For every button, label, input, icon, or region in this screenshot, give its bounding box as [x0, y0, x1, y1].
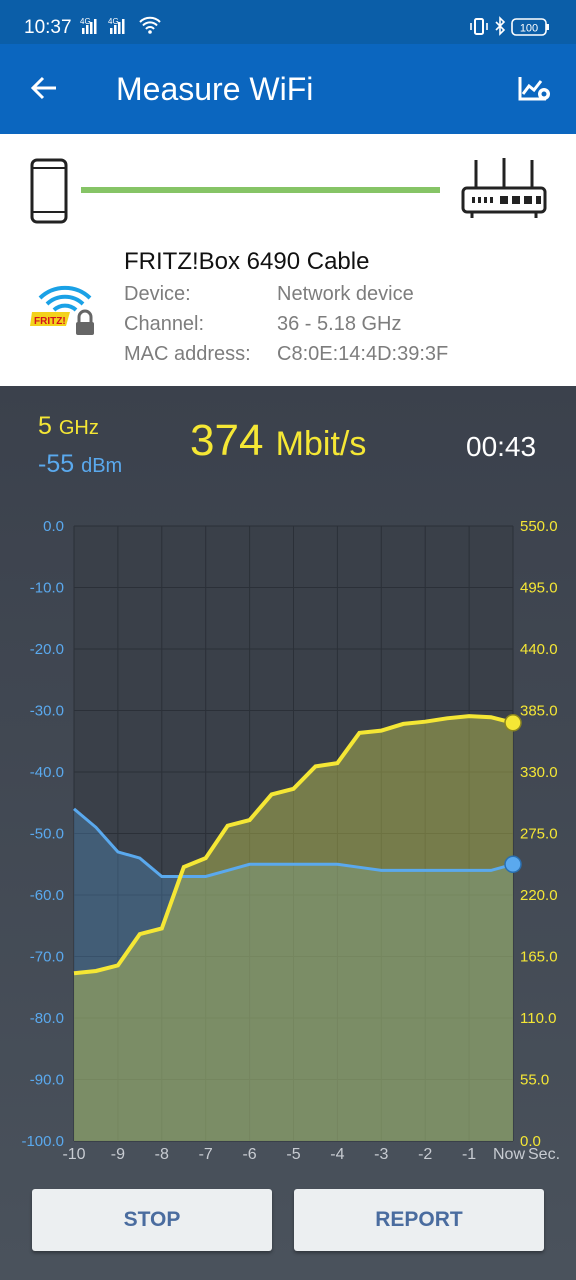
signal-current-point: [504, 855, 522, 873]
signal-speed-chart: 0.0 -10.0 -20.0 -30.0 -40.0 -50.0 -60.0 -70.0 -8…: [21, 518, 560, 1163]
svg-text:100: 100: [520, 23, 538, 35]
x-axis-tick-label: -10: [62, 1146, 85, 1163]
x-axis-unit-label: Sec.: [528, 1146, 560, 1163]
report-button[interactable]: REPORT: [294, 1189, 544, 1251]
left-axis-tick-label: -70.0: [30, 949, 64, 966]
clock: 10:37: [24, 17, 72, 38]
device-card: FRITZ! FRITZ!Box 6490 Cable Device: Netw…: [0, 134, 576, 386]
device-type-label: Device:: [124, 283, 191, 305]
x-axis-tick-label: -3: [374, 1146, 388, 1163]
x-axis-tick-label: -2: [418, 1146, 432, 1163]
report-settings-icon[interactable]: [518, 74, 554, 109]
cell-signal-icon: 4G 4G: [80, 16, 136, 39]
speed-current-point: [504, 714, 522, 732]
router-icon: [458, 156, 550, 227]
x-axis-tick-label: -1: [462, 1146, 476, 1163]
left-axis-tick-label: -60.0: [30, 887, 64, 904]
right-axis-tick-label: 550.0: [520, 518, 558, 535]
left-axis-tick-label: -100.0: [21, 1133, 64, 1150]
right-axis-tick-label: 275.0: [520, 826, 558, 843]
svg-text:4G: 4G: [108, 17, 119, 26]
status-bar: 10:37 4G 4G 100: [0, 0, 576, 44]
mac-address-value: C8:0E:14:4D:39:3F: [277, 343, 449, 365]
svg-text:4G: 4G: [80, 17, 91, 26]
svg-text:FRITZ!: FRITZ!: [34, 316, 66, 327]
right-axis-tick-label: 495.0: [520, 580, 558, 597]
channel-label: Channel:: [124, 313, 205, 335]
x-axis-tick-label: -7: [199, 1146, 213, 1163]
device-type-value: Network device: [277, 283, 414, 305]
phone-icon: [30, 158, 68, 229]
wifi-icon: [138, 15, 162, 40]
measurement-panel: 5 GHz -55 dBm 374 Mbit/s 00:43 0.0 -10.0-…: [0, 386, 576, 1280]
left-axis-tick-label: 0.0: [43, 518, 64, 535]
page-title: Measure WiFi: [116, 71, 314, 107]
app-bar: Measure WiFi: [0, 44, 576, 134]
right-axis-tick-label: 385.0: [520, 703, 558, 720]
stop-button[interactable]: STOP: [32, 1189, 272, 1251]
left-axis-tick-label: -10.0: [30, 580, 64, 597]
x-axis-tick-label: -4: [330, 1146, 344, 1163]
left-axis-tick-label: -80.0: [30, 1010, 64, 1027]
device-name: FRITZ!Box 6490 Cable: [124, 248, 370, 275]
left-axis-tick-label: -50.0: [30, 826, 64, 843]
left-axis-tick-label: -40.0: [30, 764, 64, 781]
mac-address-label: MAC address:: [124, 343, 251, 365]
channel-value: 36 - 5.18 GHz: [277, 313, 402, 335]
right-axis-tick-label: 440.0: [520, 641, 558, 658]
right-axis-tick-label: 55.0: [520, 1072, 549, 1089]
x-axis-tick-label: -6: [242, 1146, 256, 1163]
x-axis-tick-label: -8: [155, 1146, 169, 1163]
right-axis-tick-label: 330.0: [520, 764, 558, 781]
left-axis-tick-label: -90.0: [30, 1072, 64, 1089]
connection-line: [81, 187, 440, 193]
left-axis-tick-label: -30.0: [30, 703, 64, 720]
left-axis-tick-label: -20.0: [30, 641, 64, 658]
x-axis-tick-label: -9: [111, 1146, 125, 1163]
right-axis-tick-label: 220.0: [520, 887, 558, 904]
x-axis-tick-label: -5: [286, 1146, 300, 1163]
right-axis-tick-label: 165.0: [520, 949, 558, 966]
right-axis-tick-label: 110.0: [520, 1010, 556, 1027]
status-icons: 100: [468, 16, 552, 43]
fritz-wifi-logo-icon: FRITZ!: [30, 284, 100, 341]
back-arrow-icon[interactable]: [28, 72, 60, 109]
x-axis-tick-label: Now: [493, 1146, 525, 1163]
